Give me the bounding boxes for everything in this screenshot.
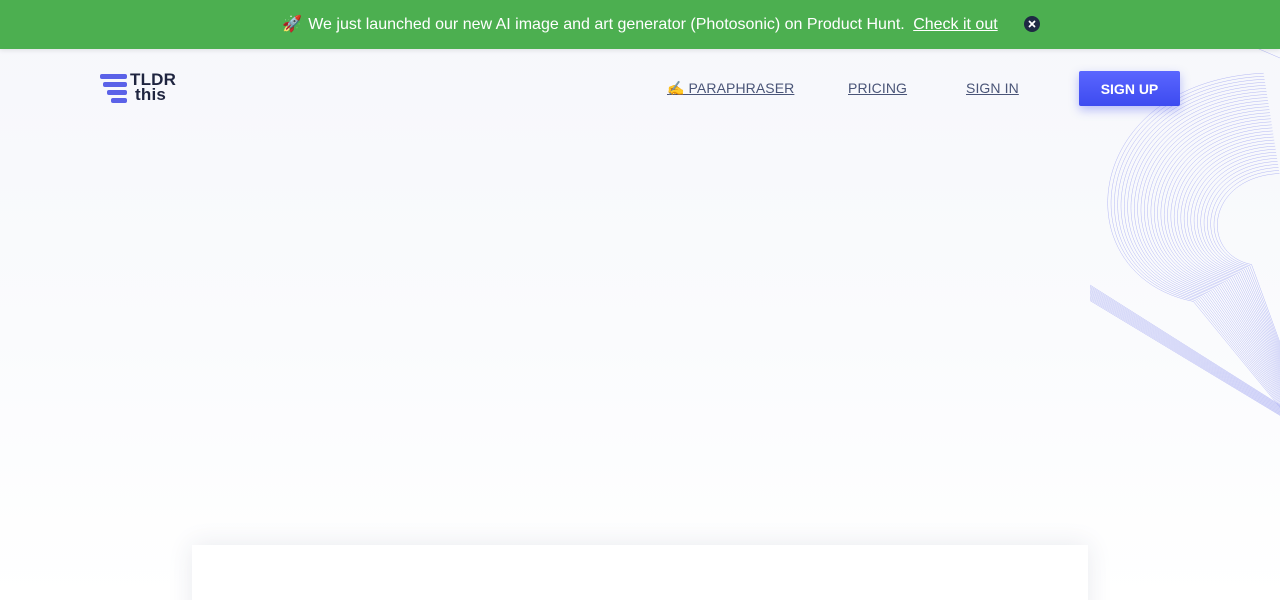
banner-content: 🚀 We just launched our new AI image and a… <box>282 14 997 34</box>
sign-up-button[interactable]: SIGN UP <box>1079 71 1180 106</box>
main-nav: ✍️ PARAPHRASER PRICING SIGN IN SIGN UP <box>0 49 1280 129</box>
wave-line <box>1089 293 1280 411</box>
wave-line <box>1089 294 1280 412</box>
wave-line <box>1089 284 1280 406</box>
wave-line <box>1197 155 1280 358</box>
banner-message: We just launched our new AI image and ar… <box>308 15 905 33</box>
wave-line <box>1089 290 1280 410</box>
wave-line <box>1089 296 1280 414</box>
wave-line <box>1089 287 1280 407</box>
rocket-emoji: 🚀 <box>282 15 303 33</box>
wave-line <box>1193 152 1280 360</box>
wave-line <box>1089 300 1280 416</box>
nav-sign-in-link[interactable]: SIGN IN <box>966 80 1019 96</box>
wave-line <box>1154 115 1280 384</box>
announcement-banner: 🚀 We just launched our new AI image and a… <box>0 0 1280 49</box>
page: 🚀 We just launched our new AI image and a… <box>0 0 1280 600</box>
close-icon[interactable] <box>1024 16 1040 32</box>
close-x-glyph <box>1028 20 1036 28</box>
nav-pricing-link[interactable]: PRICING <box>848 80 907 96</box>
wave-line <box>1217 173 1280 344</box>
check-it-out-link[interactable]: Check it out <box>913 16 997 33</box>
wave-line <box>1203 161 1280 354</box>
wave-line <box>1147 109 1280 387</box>
wave-line <box>1177 136 1280 370</box>
nav-paraphraser-link[interactable]: ✍️ PARAPHRASER <box>667 80 794 97</box>
main-content-card <box>192 545 1088 600</box>
site-header: TLDR this ✍️ PARAPHRASER PRICING SIGN IN… <box>0 49 1280 129</box>
wave-line <box>1157 118 1280 382</box>
wave-line <box>1144 106 1280 389</box>
wave-line <box>1150 112 1280 386</box>
